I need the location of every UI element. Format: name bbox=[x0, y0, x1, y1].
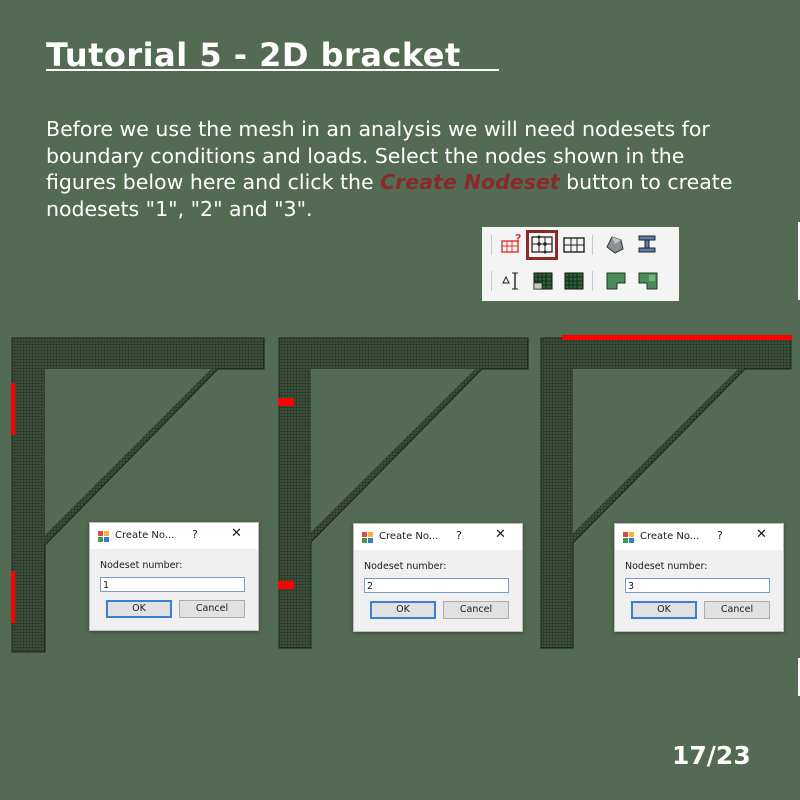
dialog-title: Create No... bbox=[379, 531, 439, 542]
dialog-title: Create No... bbox=[115, 530, 175, 541]
cancel-button[interactable]: Cancel bbox=[179, 600, 245, 618]
page-number: 17/23 bbox=[672, 741, 751, 770]
help-button[interactable]: ? bbox=[456, 529, 462, 542]
create-nodeset-dialog-2: Create No... ? ✕ Nodeset number: 2 OK Ca… bbox=[353, 523, 523, 632]
help-button[interactable]: ? bbox=[192, 528, 198, 541]
i-beam-icon[interactable] bbox=[635, 233, 659, 255]
create-nodeset-icon[interactable] bbox=[530, 234, 554, 256]
nodeset-number-label: Nodeset number: bbox=[364, 561, 447, 572]
solid-shape-icon[interactable] bbox=[603, 233, 627, 255]
dialog-titlebar: Create No... ? ✕ bbox=[354, 524, 522, 550]
region-right-icon[interactable] bbox=[636, 270, 660, 292]
dimension-icon[interactable] bbox=[500, 270, 524, 292]
fine-mesh-icon[interactable] bbox=[562, 270, 586, 292]
toolbar-separator bbox=[491, 271, 492, 291]
ok-button[interactable]: OK bbox=[106, 600, 172, 618]
selected-nodes-top-edge bbox=[562, 335, 792, 340]
selected-nodes-hole-upper bbox=[278, 398, 294, 406]
ok-button[interactable]: OK bbox=[370, 601, 436, 619]
toolbar-separator bbox=[592, 235, 593, 255]
region-left-icon[interactable] bbox=[604, 270, 628, 292]
instruction-text: Before we use the mesh in an analysis we… bbox=[46, 116, 746, 223]
cancel-button[interactable]: Cancel bbox=[443, 601, 509, 619]
nodeset-number-input[interactable]: 1 bbox=[100, 577, 245, 592]
selected-nodes-left-edge-upper bbox=[11, 383, 15, 435]
selected-nodes-left-edge-lower bbox=[11, 571, 15, 623]
mesh-toolbar: ? bbox=[482, 227, 679, 301]
mesh-question-icon[interactable]: ? bbox=[500, 233, 524, 255]
close-icon[interactable]: ✕ bbox=[756, 527, 767, 542]
toolbar-separator bbox=[592, 271, 593, 291]
app-icon bbox=[98, 531, 109, 542]
nodeset-number-label: Nodeset number: bbox=[625, 561, 708, 572]
close-icon[interactable]: ✕ bbox=[495, 527, 506, 542]
nodeset-number-input[interactable]: 3 bbox=[625, 578, 770, 593]
nodeset-number-label: Nodeset number: bbox=[100, 560, 183, 571]
title-underline bbox=[46, 69, 499, 71]
create-nodeset-dialog-3: Create No... ? ✕ Nodeset number: 3 OK Ca… bbox=[614, 523, 784, 632]
nodeset-number-input[interactable]: 2 bbox=[364, 578, 509, 593]
help-button[interactable]: ? bbox=[717, 529, 723, 542]
app-icon bbox=[623, 532, 634, 543]
dense-mesh-icon[interactable] bbox=[531, 270, 555, 292]
ok-button[interactable]: OK bbox=[631, 601, 697, 619]
create-nodeset-highlight: Create Nodeset bbox=[380, 170, 560, 195]
app-icon bbox=[362, 532, 373, 543]
cancel-button[interactable]: Cancel bbox=[704, 601, 770, 619]
selected-nodes-hole-lower bbox=[278, 581, 294, 589]
dialog-titlebar: Create No... ? ✕ bbox=[90, 523, 258, 549]
close-icon[interactable]: ✕ bbox=[231, 526, 242, 541]
dialog-title: Create No... bbox=[640, 531, 700, 542]
svg-text:?: ? bbox=[515, 233, 521, 245]
create-nodeset-dialog-1: Create No... ? ✕ Nodeset number: 1 OK Ca… bbox=[89, 522, 259, 631]
element-grid-icon[interactable] bbox=[562, 234, 586, 256]
toolbar-separator bbox=[491, 235, 492, 255]
dialog-titlebar: Create No... ? ✕ bbox=[615, 524, 783, 550]
